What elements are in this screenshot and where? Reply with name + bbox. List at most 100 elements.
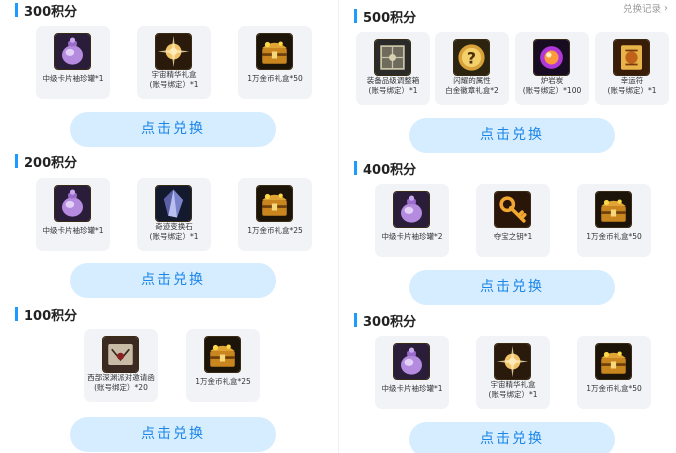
item-name-line1: 闪耀的属性 [453,76,491,85]
item-name-line1: 幸运符 [620,76,644,85]
item-name: 西部深渊派对邀请函 (账号绑定）*20 [84,373,158,392]
item-name: 中级卡片袖珍罐*1 [36,226,110,236]
item-name-line1: 宇宙精华礼盒 [490,380,536,389]
section-title: 300积分 [354,311,417,330]
item-name-line1: 1万金币礼盒*50 [247,74,303,83]
section-bar [354,313,357,327]
item-name-line2: (账号绑定）*1 [607,85,657,95]
gold-chest-icon [595,191,632,228]
reward-item: 奇迹变换石 (账号绑定）*1 [137,178,211,251]
reward-item: 宇宙精华礼盒 (账号绑定）*1 [476,336,550,409]
section-bar [354,161,357,175]
reward-item: 1万金币礼盒*50 [577,184,651,257]
section-bar [15,307,18,321]
right-column: 兑换记录 › 500积分 装备品级调整箱 (账号绑定）*1 ? 闪耀的属性 白金徽章… [338,0,676,453]
reward-item: 1万金币礼盒*25 [238,178,312,251]
item-name: 幸运符 (账号绑定）*1 [595,76,669,95]
item-name: 奇迹变换石 (账号绑定）*1 [137,222,211,241]
item-name-line1: 中级卡片袖珍罐*2 [381,232,443,241]
section-title: 300积分 [15,1,78,20]
item-name: 中级卡片袖珍罐*2 [375,232,449,242]
mystery-badge-icon: ? [453,39,490,76]
redeem-button[interactable]: 点击兑换 [70,263,276,298]
magma-orb-icon [533,39,570,76]
section-title-text: 300积分 [363,314,417,330]
section-title-text: 200积分 [24,155,78,171]
reward-item: 1万金币礼盒*50 [577,336,651,409]
item-name-line1: 装备品级调整箱 [366,76,420,85]
reward-item: ? 闪耀的属性 白金徽章礼盒*2 [435,32,509,105]
section-bar [15,3,18,17]
reward-item: 幸运符 (账号绑定）*1 [595,32,669,105]
item-name-line1: 西部深渊派对邀请函 [87,373,155,382]
purple-pot-icon [393,191,430,228]
reward-item: 西部深渊派对邀请函 (账号绑定）*20 [84,329,158,402]
item-name-line2: 白金徽章礼盒*2 [445,85,499,95]
item-name-line1: 中级卡片袖珍罐*1 [381,384,443,393]
section-title: 500积分 [354,7,417,26]
reward-section-400: 400积分 中级卡片袖珍罐*2 夺宝之钥*1 1万金币礼盒*50 点击兑换 [339,159,676,309]
reward-item: 装备品级调整箱 (账号绑定）*1 [356,32,430,105]
purple-pot-icon [54,33,91,70]
redeem-button[interactable]: 点击兑换 [70,417,276,452]
item-name-line1: 1万金币礼盒*25 [247,226,303,235]
section-bar [354,9,357,23]
cosmic-essence-icon [494,343,531,380]
item-name-line2: (账号绑定）*20 [94,382,148,392]
section-title: 200积分 [15,152,78,171]
section-title-text: 500积分 [363,10,417,26]
reward-section-300: 300积分 中级卡片袖珍罐*1 宇宙精华礼盒 (账号绑定）*1 1万金币礼盒*50… [339,311,676,453]
item-name: 宇宙精华礼盒 (账号绑定）*1 [476,380,550,399]
section-title-text: 300积分 [24,4,78,20]
redeem-button[interactable]: 点击兑换 [409,270,615,305]
reward-item: 夺宝之钥*1 [476,184,550,257]
item-name-line1: 奇迹变换石 [155,222,193,231]
redeem-button[interactable]: 点击兑换 [409,118,615,153]
reward-item: 1万金币礼盒*25 [186,329,260,402]
reward-item: 1万金币礼盒*50 [238,26,312,99]
item-name-line2: (账号绑定）*1 [149,231,199,241]
item-name: 中级卡片袖珍罐*1 [375,384,449,394]
item-name-line1: 宇宙精华礼盒 [151,70,197,79]
purple-pot-icon [393,343,430,380]
item-name-line2: (账号绑定）*1 [149,79,199,89]
item-name: 1万金币礼盒*50 [238,74,312,84]
item-name-line1: 1万金币礼盒*50 [586,232,642,241]
left-column: 300积分 中级卡片袖珍罐*1 宇宙精华礼盒 (账号绑定）*1 1万金币礼盒*50… [0,0,338,453]
item-name: 宇宙精华礼盒 (账号绑定）*1 [137,70,211,89]
item-name-line1: 炉岩炭 [540,76,564,85]
item-name-line1: 中级卡片袖珍罐*1 [42,74,104,83]
section-title-text: 400积分 [363,162,417,178]
section-title: 100积分 [15,305,78,324]
purple-pot-icon [54,185,91,222]
item-name: 1万金币礼盒*25 [238,226,312,236]
section-title: 400积分 [354,159,417,178]
gold-chest-icon [256,33,293,70]
grade-box-icon [374,39,411,76]
reward-section-500: 500积分 装备品级调整箱 (账号绑定）*1 ? 闪耀的属性 白金徽章礼盒*2 炉岩… [339,0,676,158]
item-name-line1: 夺宝之钥*1 [493,232,533,241]
item-name: 装备品级调整箱 (账号绑定）*1 [356,76,430,95]
redeem-button[interactable]: 点击兑换 [409,422,615,453]
item-name: 闪耀的属性 白金徽章礼盒*2 [435,76,509,95]
item-name-line2: (账号绑定）*1 [368,85,418,95]
reward-section-200: 200积分 中级卡片袖珍罐*1 奇迹变换石 (账号绑定）*1 1万金币礼盒*25 … [0,152,338,302]
item-name-line2: (账号绑定）*100 [522,85,582,95]
item-name-line1: 1万金币礼盒*25 [195,377,251,386]
reward-item: 中级卡片袖珍罐*1 [36,178,110,251]
item-name: 炉岩炭 (账号绑定）*100 [515,76,589,95]
reward-section-300: 300积分 中级卡片袖珍罐*1 宇宙精华礼盒 (账号绑定）*1 1万金币礼盒*50… [0,0,338,150]
section-title-text: 100积分 [24,308,78,324]
gold-chest-icon [204,336,241,373]
item-name-line1: 中级卡片袖珍罐*1 [42,226,104,235]
item-name: 中级卡片袖珍罐*1 [36,74,110,84]
svg-text:?: ? [467,49,476,68]
item-name: 1万金币礼盒*50 [577,384,651,394]
reward-item: 炉岩炭 (账号绑定）*100 [515,32,589,105]
reward-item: 宇宙精华礼盒 (账号绑定）*1 [137,26,211,99]
gold-chest-icon [595,343,632,380]
reward-item: 中级卡片袖珍罐*1 [36,26,110,99]
reward-section-100: 100积分 西部深渊派对邀请函 (账号绑定）*20 1万金币礼盒*25 点击兑换 [0,303,338,453]
section-bar [15,154,18,168]
redeem-button[interactable]: 点击兑换 [70,112,276,147]
